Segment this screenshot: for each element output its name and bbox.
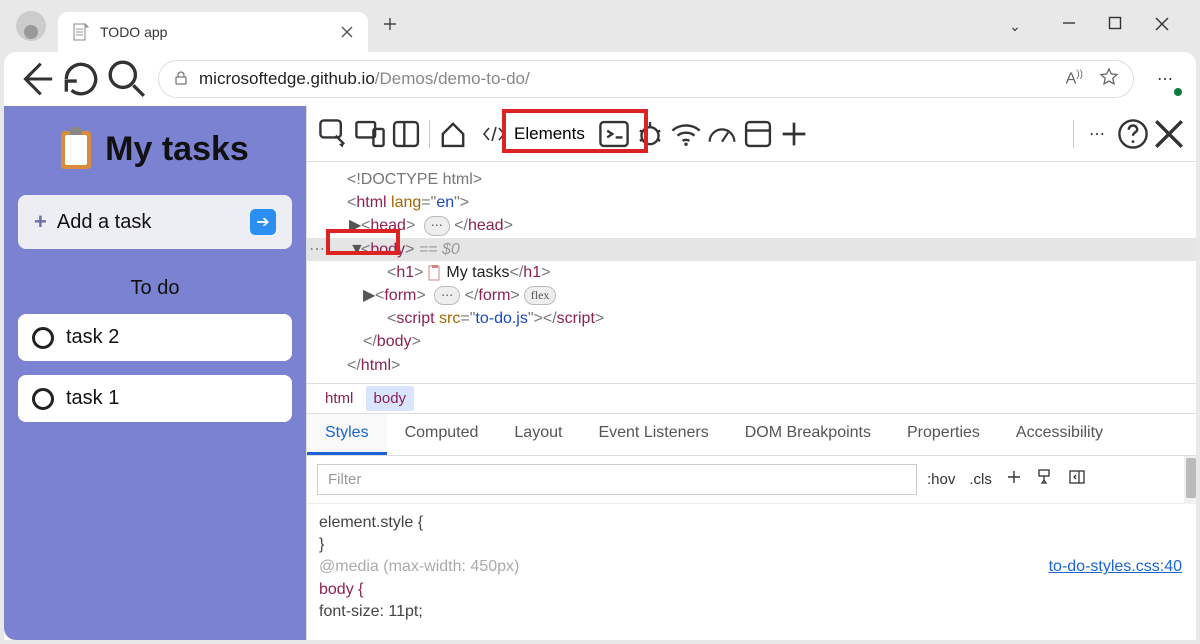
tab-close-icon[interactable] — [340, 25, 354, 39]
styles-pane[interactable]: element.style { } @media (max-width: 450… — [307, 504, 1196, 632]
search-button[interactable] — [106, 58, 148, 100]
breadcrumb-item[interactable]: html — [317, 386, 361, 411]
console-icon[interactable] — [597, 117, 631, 151]
stylesheet-link[interactable]: to-do-styles.css:40 — [1049, 556, 1182, 578]
more-button[interactable]: ⋯ — [1144, 58, 1186, 100]
url-text: microsoftedge.github.io/Demos/demo-to-do… — [199, 69, 530, 89]
app-title: My tasks — [18, 130, 292, 169]
clipboard-icon — [61, 131, 91, 169]
more-tools-icon[interactable]: ⋯ — [1080, 117, 1114, 151]
new-tab-button[interactable] — [382, 16, 398, 37]
computed-tab[interactable]: Computed — [387, 414, 497, 455]
submit-task-button[interactable]: ➔ — [250, 209, 276, 235]
profile-avatar[interactable] — [16, 11, 46, 41]
plus-icon: + — [34, 209, 47, 235]
event-listeners-tab[interactable]: Event Listeners — [580, 414, 726, 455]
tab-title: TODO app — [100, 24, 330, 40]
styles-filter-bar: Filter :hov .cls — [307, 456, 1196, 504]
application-icon[interactable] — [741, 117, 775, 151]
task-radio[interactable] — [32, 388, 54, 410]
filter-input[interactable]: Filter — [317, 464, 917, 495]
layout-tab[interactable]: Layout — [496, 414, 580, 455]
inspect-icon[interactable] — [317, 117, 351, 151]
styles-tab-strip: Styles Computed Layout Event Listeners D… — [307, 413, 1196, 456]
activity-bar-icon[interactable] — [389, 117, 423, 151]
dom-breakpoints-tab[interactable]: DOM Breakpoints — [727, 414, 889, 455]
close-devtools-icon[interactable] — [1152, 117, 1186, 151]
new-style-rule-icon[interactable] — [1006, 469, 1022, 489]
task-item[interactable]: task 2 — [18, 314, 292, 361]
add-task-input[interactable]: + Add a task ➔ — [18, 195, 292, 249]
task-item[interactable]: task 1 — [18, 375, 292, 422]
properties-tab[interactable]: Properties — [889, 414, 998, 455]
back-button[interactable] — [14, 58, 56, 100]
elements-tab[interactable]: Elements — [472, 118, 595, 150]
hov-toggle[interactable]: :hov — [927, 471, 955, 488]
task-radio[interactable] — [32, 327, 54, 349]
address-bar[interactable]: microsoftedge.github.io/Demos/demo-to-do… — [158, 60, 1134, 98]
lock-icon — [173, 70, 189, 89]
browser-toolbar: microsoftedge.github.io/Demos/demo-to-do… — [4, 52, 1196, 106]
device-icon[interactable] — [353, 117, 387, 151]
help-icon[interactable] — [1116, 117, 1150, 151]
maximize-button[interactable] — [1108, 16, 1126, 37]
favorite-icon[interactable] — [1099, 67, 1119, 92]
performance-icon[interactable] — [705, 117, 739, 151]
network-wifi-icon[interactable] — [669, 117, 703, 151]
styles-tab[interactable]: Styles — [307, 414, 387, 455]
devtools-toolbar: Elements ⋯ — [307, 106, 1196, 162]
minimize-button[interactable] — [1062, 16, 1080, 37]
add-tab-icon[interactable] — [777, 117, 811, 151]
add-task-placeholder: Add a task — [57, 211, 152, 234]
selected-dom-node: ⋯▼<body> == $0 — [307, 238, 1196, 261]
read-aloud-icon[interactable]: A)) — [1066, 69, 1083, 88]
browser-titlebar: TODO app ⌄ — [0, 0, 1200, 52]
close-window-button[interactable] — [1154, 16, 1172, 37]
devtools-pane: Elements ⋯ <!DOCTYPE html> <html lang="e… — [306, 106, 1196, 640]
paint-icon[interactable] — [1036, 468, 1054, 490]
cls-toggle[interactable]: .cls — [969, 471, 992, 488]
welcome-icon[interactable] — [436, 117, 470, 151]
tab-actions-chevron-icon[interactable]: ⌄ — [1006, 18, 1024, 35]
accessibility-tab[interactable]: Accessibility — [998, 414, 1121, 455]
dom-breadcrumbs[interactable]: html body — [307, 383, 1196, 413]
browser-tab[interactable]: TODO app — [58, 12, 368, 52]
window-controls: ⌄ — [1006, 16, 1196, 37]
dom-tree[interactable]: <!DOCTYPE html> <html lang="en"> ▶<head>… — [307, 162, 1196, 383]
computed-sidebar-icon[interactable] — [1068, 468, 1086, 490]
refresh-button[interactable] — [60, 58, 102, 100]
sources-bug-icon[interactable] — [633, 117, 667, 151]
section-heading: To do — [18, 277, 292, 300]
todo-app-pane: My tasks + Add a task ➔ To do task 2 tas… — [4, 106, 306, 640]
tab-favicon — [72, 23, 90, 41]
breadcrumb-item[interactable]: body — [366, 386, 415, 411]
